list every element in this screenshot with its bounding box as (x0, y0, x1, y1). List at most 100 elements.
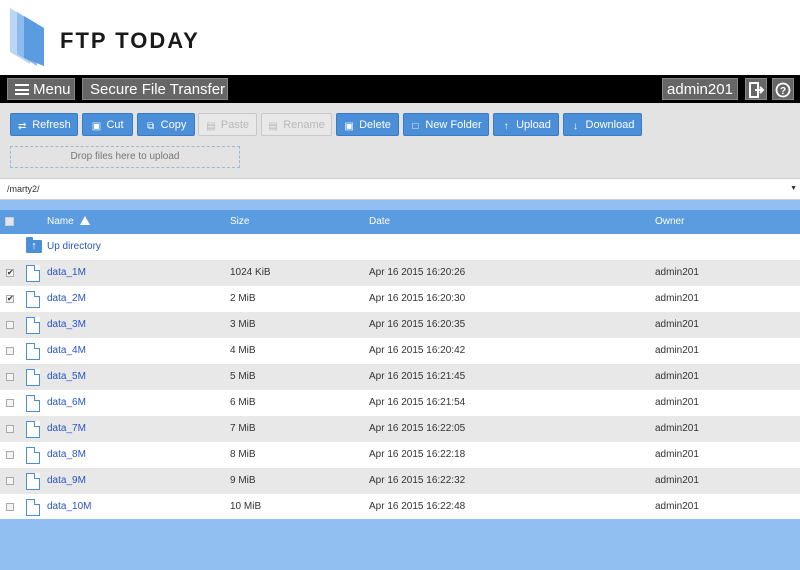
table-row[interactable]: data_5M 5 MiB Apr 16 2015 16:21:45 admin201 (0, 364, 800, 390)
delete-label: Delete (359, 119, 391, 131)
logout-icon (749, 82, 765, 98)
date-column-header[interactable]: Date (369, 210, 390, 234)
owner-column-header[interactable]: Owner (655, 210, 684, 234)
menu-button[interactable]: Menu (7, 78, 75, 100)
row-checkbox[interactable]: ✔ (6, 295, 14, 303)
app-title: Secure File Transfer (82, 78, 228, 100)
row-checkbox[interactable] (6, 451, 14, 459)
upload-icon: ↑ (503, 121, 509, 132)
select-all-checkbox[interactable] (5, 217, 14, 226)
row-checkbox[interactable] (6, 347, 14, 355)
toolbar: ⇄ Refresh ▣ Cut ⧉ Copy ▤ Paste ▤ Rename ▣ Dele… (0, 103, 800, 178)
copy-label: Copy (160, 119, 187, 131)
row-checkbox[interactable] (6, 321, 14, 329)
row-checkbox[interactable] (6, 503, 14, 511)
navbar: Menu Secure File Transfer admin201 ? (0, 75, 800, 103)
band-top (0, 200, 800, 210)
table-row[interactable]: data_8M 8 MiB Apr 16 2015 16:22:18 admin201 (0, 442, 800, 468)
file-owner: admin201 (655, 423, 699, 434)
file-name-link[interactable]: data_6M (47, 390, 86, 416)
paste-label: Paste (220, 119, 250, 131)
file-name-link[interactable]: data_8M (47, 442, 86, 468)
upload-label: Upload (516, 119, 551, 131)
file-owner: admin201 (655, 267, 699, 278)
delete-icon: ▣ (344, 121, 354, 132)
download-button[interactable]: ↓ Download (563, 113, 642, 136)
rename-label: Rename (283, 119, 325, 131)
table-row[interactable]: data_6M 6 MiB Apr 16 2015 16:21:54 admin201 (0, 390, 800, 416)
paste-icon: ▤ (206, 121, 216, 132)
rename-icon: ▤ (268, 121, 278, 132)
file-date: Apr 16 2015 16:20:42 (369, 345, 466, 356)
logout-button[interactable] (745, 78, 767, 100)
row-checkbox[interactable] (6, 425, 14, 433)
file-name-link[interactable]: data_4M (47, 338, 86, 364)
file-size: 10 MiB (230, 501, 262, 512)
up-directory-link[interactable]: Up directory (47, 234, 101, 260)
download-label: Download (585, 119, 635, 131)
file-icon (26, 343, 40, 360)
file-size: 1024 KiB (230, 267, 271, 278)
row-checkbox[interactable] (6, 373, 14, 381)
file-icon (26, 421, 40, 438)
table-row[interactable]: data_4M 4 MiB Apr 16 2015 16:20:42 admin201 (0, 338, 800, 364)
file-date: Apr 16 2015 16:22:05 (369, 423, 466, 434)
file-icon (26, 317, 40, 334)
file-owner: admin201 (655, 501, 699, 512)
user-button[interactable]: admin201 (662, 78, 738, 100)
new-folder-icon: □ (412, 121, 419, 132)
file-owner: admin201 (655, 449, 699, 460)
cut-label: Cut (106, 119, 124, 131)
hamburger-icon (15, 84, 29, 95)
table-row[interactable]: data_9M 9 MiB Apr 16 2015 16:22:32 admin201 (0, 468, 800, 494)
copy-button[interactable]: ⧉ Copy (137, 113, 195, 136)
file-icon (26, 265, 40, 282)
table-row[interactable]: ✔ data_1M 1024 KiB Apr 16 2015 16:20:26 admi… (0, 260, 800, 286)
file-size: 6 MiB (230, 397, 256, 408)
file-owner: admin201 (655, 293, 699, 304)
file-owner: admin201 (655, 475, 699, 486)
table-row[interactable]: data_10M 10 MiB Apr 16 2015 16:22:48 admin2… (0, 494, 800, 520)
file-name-link[interactable]: data_2M (47, 286, 86, 312)
file-name-link[interactable]: data_5M (47, 364, 86, 390)
upload-dropzone[interactable]: Drop files here to upload (10, 146, 240, 168)
cut-icon: ▣ (91, 121, 102, 132)
table-row[interactable]: data_7M 7 MiB Apr 16 2015 16:22:05 admin201 (0, 416, 800, 442)
file-owner: admin201 (655, 345, 699, 356)
new-folder-button[interactable]: □ New Folder (403, 113, 489, 136)
file-icon (26, 395, 40, 412)
upload-button[interactable]: ↑ Upload (493, 113, 559, 136)
name-column-header[interactable]: Name (47, 210, 90, 234)
table-header: Name Size Date Owner (0, 210, 800, 234)
file-size: 8 MiB (230, 449, 256, 460)
file-name-link[interactable]: data_3M (47, 312, 86, 338)
new-folder-label: New Folder (425, 119, 482, 131)
file-name-link[interactable]: data_1M (47, 260, 86, 286)
path-select[interactable]: /marty2/ ▼ (0, 178, 800, 200)
file-size: 4 MiB (230, 345, 256, 356)
file-size: 3 MiB (230, 319, 256, 330)
row-checkbox[interactable] (6, 477, 14, 485)
file-name-link[interactable]: data_7M (47, 416, 86, 442)
table-row[interactable]: data_3M 3 MiB Apr 16 2015 16:20:35 admin201 (0, 312, 800, 338)
table-row[interactable]: ✔ data_2M 2 MiB Apr 16 2015 16:20:30 admin20… (0, 286, 800, 312)
paste-button[interactable]: ▤ Paste (198, 113, 257, 136)
file-owner: admin201 (655, 397, 699, 408)
refresh-button[interactable]: ⇄ Refresh (10, 113, 78, 136)
row-checkbox[interactable] (6, 399, 14, 407)
delete-button[interactable]: ▣ Delete (336, 113, 399, 136)
size-column-header[interactable]: Size (230, 210, 249, 234)
file-date: Apr 16 2015 16:22:18 (369, 449, 466, 460)
cut-button[interactable]: ▣ Cut (82, 113, 133, 136)
up-directory-row[interactable]: Up directory (0, 234, 800, 260)
row-checkbox[interactable]: ✔ (6, 269, 14, 277)
rename-button[interactable]: ▤ Rename (261, 113, 332, 136)
file-name-link[interactable]: data_10M (47, 494, 91, 520)
file-icon (26, 499, 40, 516)
file-owner: admin201 (655, 371, 699, 382)
file-size: 2 MiB (230, 293, 256, 304)
file-name-link[interactable]: data_9M (47, 468, 86, 494)
help-button[interactable]: ? (772, 78, 794, 100)
sort-asc-icon (79, 216, 90, 225)
file-date: Apr 16 2015 16:20:35 (369, 319, 466, 330)
